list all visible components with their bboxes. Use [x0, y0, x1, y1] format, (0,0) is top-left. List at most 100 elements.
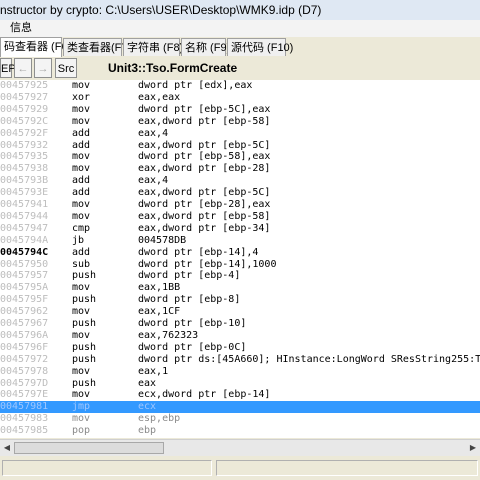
code-address: 00457941 — [0, 199, 49, 210]
code-operands: eax,dword ptr [ebp-58] — [138, 115, 271, 127]
code-line[interactable]: 0045793E add eax,dword ptr [ebp-5C] — [0, 187, 480, 199]
code-line[interactable]: 0045795A mov eax,1BB — [0, 282, 480, 294]
status-cell — [216, 460, 478, 476]
code-line[interactable]: 0045796F push dword ptr [ebp-0C] — [0, 342, 480, 354]
code-line[interactable]: 0045792C mov eax,dword ptr [ebp-58] — [0, 116, 480, 128]
code-line[interactable]: 00457944 mov eax,dword ptr [ebp-58] — [0, 211, 480, 223]
code-line[interactable]: 00457947 cmp eax,dword ptr [ebp-34] — [0, 223, 480, 235]
code-line[interactable]: 0045795F push dword ptr [ebp-8] — [0, 294, 480, 306]
code-line[interactable]: 00457981 jmp ecx — [0, 401, 480, 414]
code-address: 00457935 — [0, 151, 49, 163]
source-button[interactable]: Src — [55, 58, 77, 78]
code-address: 00457981 — [0, 401, 49, 413]
window-title-bar: nstructor by crypto: C:\Users\USER\Deskt… — [0, 0, 480, 20]
code-address: 0045792C — [0, 115, 49, 127]
code-line[interactable]: 0045797E mov ecx,dword ptr [ebp-14] — [0, 389, 480, 401]
tab-names[interactable]: 名称 (F9) — [181, 38, 230, 56]
tab-source-code[interactable]: 源代码 (F10) — [227, 38, 293, 56]
code-mnemonic: push — [72, 294, 97, 306]
code-address: 00457929 — [0, 103, 49, 115]
code-mnemonic: cmp — [72, 222, 91, 234]
code-line[interactable]: 0045797D push eax — [0, 378, 480, 390]
back-button[interactable]: ← — [14, 58, 32, 78]
code-line[interactable]: 00457967 push dword ptr [ebp-10] — [0, 318, 480, 330]
code-operands: esp,ebp — [138, 413, 181, 425]
code-mnemonic: mov — [72, 80, 91, 91]
code-address: 0045796A — [0, 329, 49, 341]
code-address: 0045797D — [0, 377, 49, 389]
code-line[interactable]: 00457950 sub dword ptr [ebp-14],1000 — [0, 259, 480, 271]
code-operands: eax,4 — [138, 175, 169, 187]
code-operands: eax — [138, 377, 157, 389]
code-mnemonic: sub — [72, 258, 91, 270]
code-line[interactable]: 00457925 mov dword ptr [edx],eax — [0, 80, 480, 92]
code-operands: eax,dword ptr [ebp-34] — [138, 222, 271, 234]
horizontal-scrollbar[interactable]: ◀ ▶ — [0, 439, 480, 456]
code-address: 0045794C — [0, 246, 49, 258]
code-operands: eax,1BB — [138, 282, 181, 294]
code-toolbar: EP ← → Src Unit3::Tso.FormCreate — [0, 57, 480, 79]
code-mnemonic: mov — [72, 389, 91, 401]
code-operands: 004578DB — [138, 234, 187, 246]
tab-label: 名称 (F9) — [185, 42, 231, 54]
tab-code-viewer[interactable]: 码查看器 (F6) — [0, 37, 71, 57]
code-address: 00457972 — [0, 353, 49, 365]
code-address: 0045796F — [0, 341, 49, 353]
code-line[interactable]: 00457929 mov dword ptr [ebp-5C],eax — [0, 104, 480, 116]
code-mnemonic: mov — [72, 365, 91, 377]
code-line[interactable]: 0045796A mov eax,762323 — [0, 330, 480, 342]
code-address: 00457947 — [0, 222, 49, 234]
code-address: 0045793B — [0, 175, 49, 187]
scrollbar-thumb[interactable] — [14, 442, 164, 454]
code-mnemonic: xor — [72, 91, 91, 103]
code-operands: dword ptr [edx],eax — [138, 80, 253, 91]
code-mnemonic: mov — [72, 210, 91, 222]
code-operands: eax,dword ptr [ebp-5C] — [138, 139, 271, 151]
code-line[interactable]: 00457938 mov eax,dword ptr [ebp-28] — [0, 163, 480, 175]
code-address: 0045792F — [0, 127, 49, 139]
code-operands: dword ptr [ebp-0C] — [138, 341, 247, 353]
code-operands: dword ptr [ebp-14],4 — [138, 246, 259, 258]
code-line[interactable]: 00457962 mov eax,1CF — [0, 306, 480, 318]
code-address: 0045795A — [0, 282, 49, 294]
code-line[interactable]: 0045794C add dword ptr [ebp-14],4 — [0, 247, 480, 259]
code-address: 00457927 — [0, 91, 49, 103]
code-operands: eax,1CF — [138, 306, 181, 318]
code-line[interactable]: 0045794A jb 004578DB — [0, 235, 480, 247]
tab-label: 类查看器(F7) — [67, 42, 132, 54]
code-mnemonic: mov — [72, 103, 91, 115]
menu-info[interactable]: 信息 — [10, 20, 32, 37]
code-address: 00457944 — [0, 210, 49, 222]
code-operands: dword ptr [ebp-8] — [138, 294, 241, 306]
forward-button[interactable]: → — [34, 58, 52, 78]
code-operands: eax,dword ptr [ebp-58] — [138, 210, 271, 222]
code-line[interactable]: 0045792F add eax,4 — [0, 128, 480, 140]
code-mnemonic: push — [72, 318, 97, 329]
code-line[interactable]: 00457983 mov esp,ebp — [0, 413, 480, 425]
disassembly-listing[interactable]: 00457925 mov dword ptr [edx],eax 00457927 xo… — [0, 80, 480, 438]
code-address: 00457957 — [0, 270, 49, 282]
code-line[interactable]: 00457927 xor eax,eax — [0, 92, 480, 104]
code-line[interactable]: 00457972 push dword ptr ds:[45A660]; HInst… — [0, 354, 480, 366]
code-line[interactable]: 00457932 add eax,dword ptr [ebp-5C] — [0, 140, 480, 152]
code-operands: ebp — [138, 425, 157, 437]
code-mnemonic: pop — [72, 425, 91, 437]
code-line[interactable]: 0045793B add eax,4 — [0, 175, 480, 187]
entry-point-button[interactable]: EP — [0, 58, 16, 78]
code-operands: eax,eax — [138, 91, 181, 103]
code-mnemonic: mov — [72, 163, 91, 175]
scroll-left-icon[interactable]: ◀ — [1, 442, 13, 454]
code-line[interactable]: 00457985 pop ebp — [0, 425, 480, 437]
tab-class-viewer[interactable]: 类查看器(F7) — [63, 38, 131, 56]
code-operands: eax,dword ptr [ebp-28] — [138, 163, 271, 175]
tab-strings[interactable]: 字符串 (F8) — [123, 38, 183, 56]
scroll-right-icon[interactable]: ▶ — [467, 442, 479, 454]
code-mnemonic: mov — [72, 151, 91, 163]
code-mnemonic: push — [72, 341, 97, 353]
code-line[interactable]: 00457957 push dword ptr [ebp-4] — [0, 270, 480, 282]
code-address: 00457932 — [0, 139, 49, 151]
code-address: 0045797E — [0, 389, 49, 401]
code-line[interactable]: 00457941 mov dword ptr [ebp-28],eax — [0, 199, 480, 211]
code-line[interactable]: 00457935 mov dword ptr [ebp-58],eax — [0, 151, 480, 163]
code-line[interactable]: 00457978 mov eax,1 — [0, 366, 480, 378]
